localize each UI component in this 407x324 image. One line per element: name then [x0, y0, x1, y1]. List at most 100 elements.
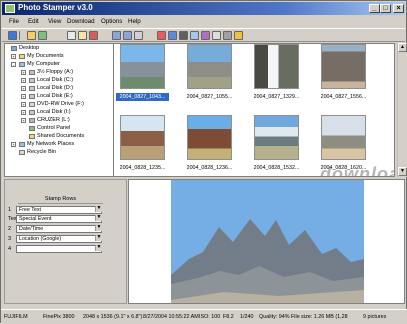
thumbnail-label: 2004_0827_1043... [116, 93, 169, 101]
thumbnail[interactable]: 2004_0827_1329... [250, 44, 303, 102]
help-icon[interactable] [234, 31, 243, 40]
expander-icon[interactable]: + [21, 94, 26, 99]
menu-view[interactable]: View [48, 18, 61, 25]
expander-icon[interactable]: + [21, 86, 26, 91]
lake-photo [254, 115, 299, 160]
network-icon [19, 142, 25, 147]
toolbar-separator-icon [19, 31, 21, 40]
flip-icon[interactable] [134, 31, 143, 40]
mountain-photo [120, 44, 165, 89]
rotate-right-icon[interactable] [123, 31, 132, 40]
expander-icon[interactable]: + [21, 110, 26, 115]
copy-icon[interactable] [67, 31, 76, 40]
stamp-row-select[interactable]: Location (Google) [16, 235, 102, 243]
thumbnail[interactable]: 2004_0828_1532... [250, 115, 303, 173]
stamp-row[interactable]: Text Special Event ▼ [8, 215, 102, 223]
thumbnail-label: 2004_0827_1556... [320, 94, 367, 100]
thumbnail-label: 2004_0828_1235... [119, 165, 166, 171]
status-aperture: F8.2 [223, 314, 234, 320]
settings-icon[interactable] [223, 31, 232, 40]
scroll-down-icon[interactable]: ▼ [398, 167, 407, 176]
status-datetime: 8/27/2004 10:55:22 AM [143, 314, 199, 320]
camera-icon [5, 4, 15, 13]
stamp-row-select[interactable] [16, 245, 102, 253]
menu-file[interactable]: File [9, 18, 19, 25]
status-camera-make: FUJIFILM [4, 314, 28, 320]
chevron-down-icon[interactable]: ▼ [95, 215, 102, 221]
status-camera-model: FinePix 3800 [43, 314, 75, 320]
minimize-button[interactable]: _ [369, 4, 380, 13]
church-photo [187, 115, 232, 160]
expander-icon[interactable]: - [11, 62, 16, 67]
stamp-rows-panel: Stamp Rows 1 Free Text ▼ Text Special Event… [4, 179, 127, 304]
stamp-row-select[interactable]: Special Event [16, 215, 102, 223]
waterfall-photo [254, 44, 299, 89]
desktop-icon [11, 46, 17, 51]
download-icon[interactable] [201, 31, 210, 40]
cut-icon[interactable] [89, 31, 98, 40]
photo-preview [128, 179, 405, 304]
menu-options[interactable]: Options [101, 18, 122, 25]
expander-icon[interactable]: + [21, 118, 26, 123]
maximize-button[interactable]: □ [380, 4, 391, 13]
hard-disk-icon [29, 110, 35, 115]
thumbnail[interactable]: 2004_0828_1236... [183, 115, 236, 173]
menu-edit[interactable]: Edit [28, 18, 39, 25]
hard-disk-icon [29, 86, 35, 91]
stamp-row[interactable]: 1 Free Text ▼ [8, 206, 102, 214]
zoom-icon[interactable] [190, 31, 199, 40]
title-bar[interactable]: Photo Stamper v3.0 _ □ × [2, 2, 405, 15]
menu-bar: File Edit View Download Options Help [2, 16, 405, 28]
status-quality: Quality: 94% [259, 314, 290, 320]
paste-icon[interactable] [78, 31, 87, 40]
expander-icon[interactable]: + [21, 70, 26, 75]
filter-icon[interactable] [168, 31, 177, 40]
menu-download[interactable]: Download [67, 18, 95, 25]
rotate-left-icon[interactable] [112, 31, 121, 40]
expander-icon[interactable]: + [21, 78, 26, 83]
stamp-row-select[interactable]: Free Text [16, 206, 102, 214]
folder-tree[interactable]: Desktop + My Documents - My Computer +3½ F… [4, 43, 127, 177]
chevron-down-icon[interactable]: ▼ [95, 206, 102, 212]
stamp-row[interactable]: 4 ▼ [8, 245, 102, 253]
chevron-down-icon[interactable]: ▼ [95, 225, 102, 231]
status-bar: FUJIFILM FinePix 3800 2048 x 1536 (9.1" … [1, 309, 407, 324]
thumbnail-scrollbar[interactable]: ▲ ▼ [397, 43, 407, 177]
rock-photo [321, 115, 366, 160]
thumbnail[interactable]: 2004_0828_1235... [116, 115, 169, 173]
thumbnail-label: 2004_0827_1329... [253, 94, 300, 100]
status-picture-count: 9 pictures [363, 314, 387, 320]
thumbnail-label: 2004_0828_1532... [253, 165, 300, 171]
scroll-up-icon[interactable]: ▲ [398, 43, 407, 52]
status-file-size: File size: 1.26 MB (1,28 [291, 314, 348, 320]
camera-icon[interactable] [179, 31, 188, 40]
thumbnail[interactable]: 2004_0827_1556... [317, 44, 370, 102]
photo-stamper-window: Photo Stamper v3.0 _ □ × File Edit View … [0, 0, 407, 324]
thumbnail-label: 2004_0828_1236... [186, 165, 233, 171]
chevron-down-icon[interactable]: ▼ [95, 235, 102, 241]
folder-icon [19, 54, 25, 59]
thumbnail-grid[interactable]: 2004_0827_1043... 2004_0827_1055... 2004… [113, 43, 395, 177]
chevron-down-icon[interactable]: ▼ [95, 245, 102, 251]
status-dimensions: 2048 x 1536 (9.1" x 6.8") [83, 314, 143, 320]
thumbnail-label: 2004_0827_1055... [186, 94, 233, 100]
stamp-row[interactable]: 2 Date/Time ▼ [8, 225, 102, 233]
stamp-icon[interactable] [157, 31, 166, 40]
open-icon[interactable] [27, 31, 36, 40]
thumbnail[interactable]: 2004_0827_1055... [183, 44, 236, 102]
expander-icon[interactable]: + [11, 142, 16, 147]
refresh-icon[interactable] [38, 31, 47, 40]
floppy-drive-icon [29, 70, 35, 75]
save-icon[interactable] [8, 31, 17, 40]
print-icon[interactable] [212, 31, 221, 40]
status-shutter: 1/240 [240, 314, 254, 320]
expander-icon[interactable]: + [11, 54, 16, 59]
stamp-row[interactable]: 3 Location (Google) ▼ [8, 235, 102, 243]
town-photo [120, 115, 165, 160]
close-button[interactable]: × [393, 4, 404, 13]
stamp-row-select[interactable]: Date/Time [16, 225, 102, 233]
expander-icon[interactable]: + [21, 102, 26, 107]
menu-help[interactable]: Help [128, 18, 141, 25]
thumbnail[interactable]: 2004_0827_1043... [116, 44, 169, 102]
control-panel-icon [29, 126, 35, 131]
